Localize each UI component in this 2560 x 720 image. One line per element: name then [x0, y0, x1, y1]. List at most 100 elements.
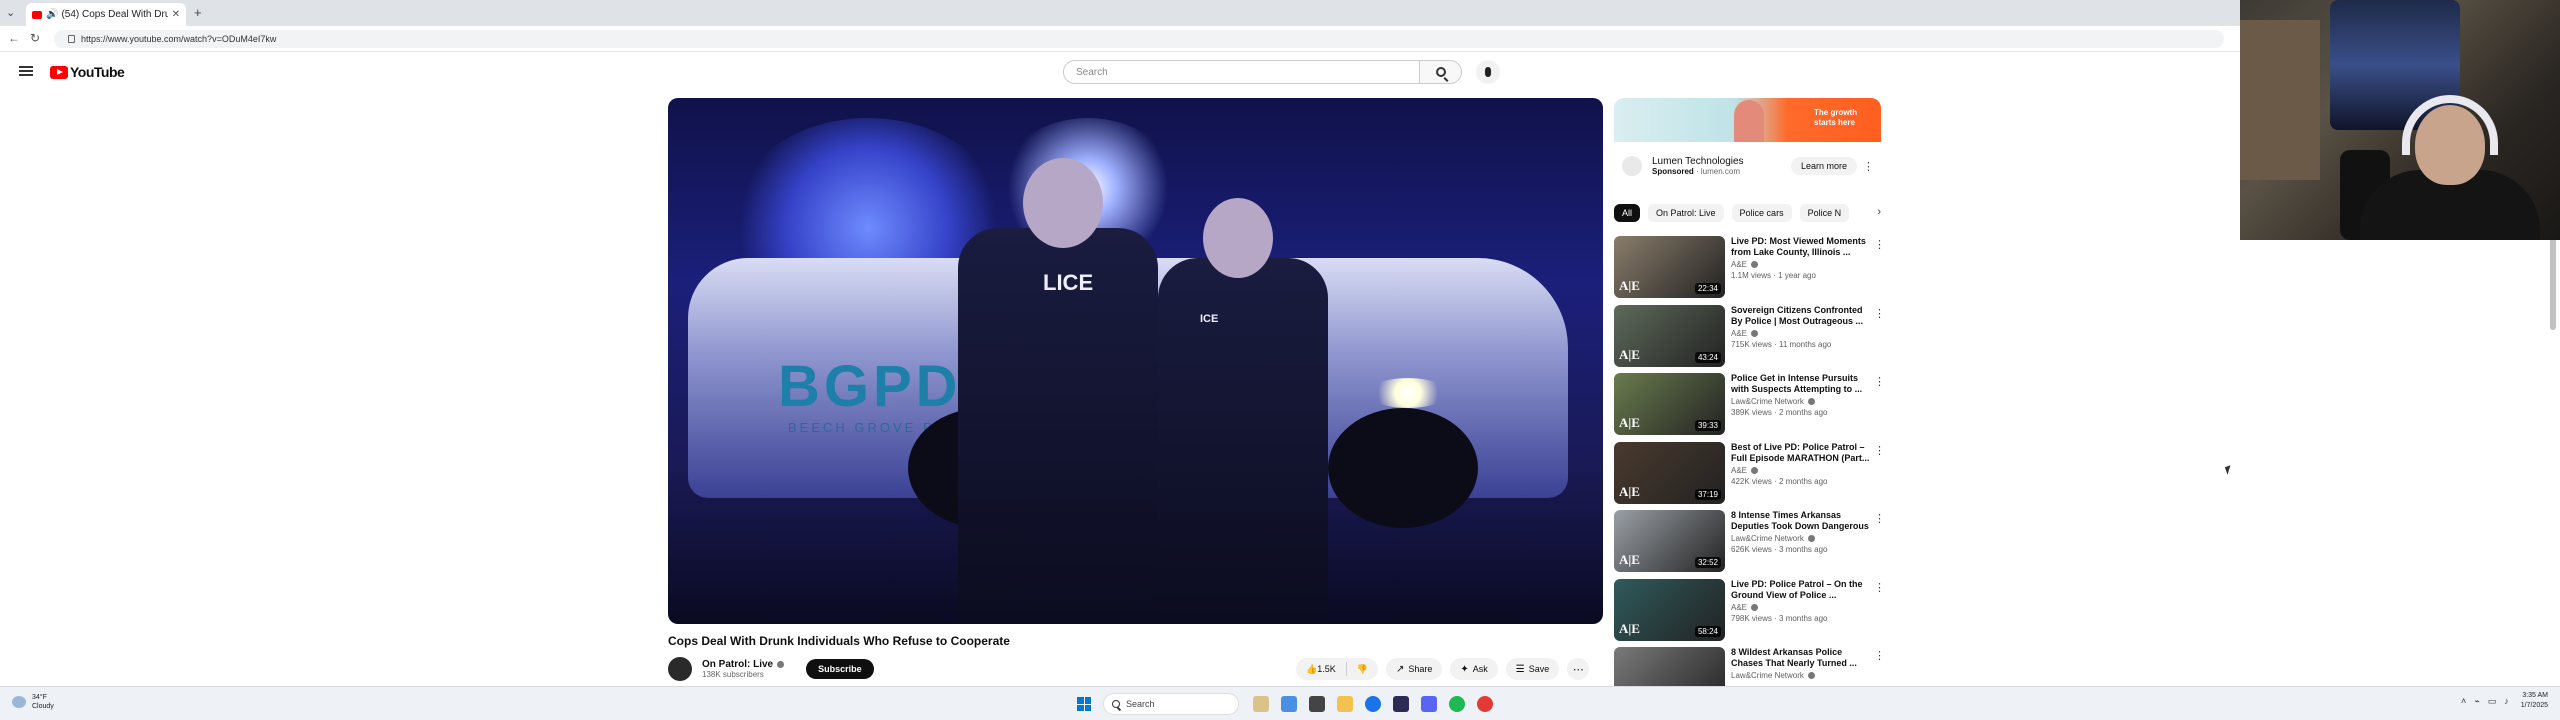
network-icon[interactable]: ⌁ — [2474, 696, 2479, 707]
discord-icon[interactable] — [1421, 696, 1437, 712]
officer-head — [1203, 198, 1273, 278]
video-thumbnail[interactable]: A|E 37:19 — [1614, 441, 1725, 504]
officer-figure — [1158, 258, 1328, 624]
recommendation-more-icon[interactable]: ⋮ — [1874, 307, 1885, 320]
recommendation-channel[interactable]: Law&Crime Network — [1731, 534, 1804, 543]
save-label: Save — [1528, 664, 1550, 674]
recommendation-more-icon[interactable]: ⋮ — [1874, 444, 1885, 457]
ae-watermark-icon: A|E — [1619, 346, 1640, 362]
learn-more-button[interactable]: Learn more — [1790, 157, 1857, 175]
chevron-right-icon[interactable]: › — [1871, 206, 1881, 218]
recommendation-channel[interactable]: A&E — [1731, 329, 1747, 338]
terminal-icon[interactable] — [1393, 696, 1409, 712]
recommendation-channel[interactable]: Law&Crime Network — [1731, 397, 1804, 406]
recommendation-stats: 715K views · 11 months ago — [1731, 339, 1832, 349]
chip-on-patrol-live[interactable]: On Patrol: Live — [1648, 204, 1724, 222]
spotify-icon[interactable] — [1449, 696, 1465, 712]
search-input[interactable]: Search — [1063, 60, 1420, 84]
channel-avatar[interactable] — [668, 657, 692, 681]
recommendation-stats: 1.1M views · 1 year ago — [1731, 271, 1816, 280]
back-arrow-icon[interactable]: ← — [8, 31, 20, 45]
ad-more-icon[interactable]: ⋮ — [1863, 160, 1874, 173]
video-thumbnail[interactable]: A|E 43:24 — [1614, 304, 1725, 367]
channel-name-row[interactable]: On Patrol: Live — [702, 659, 785, 670]
recommendation-item[interactable]: A|E 43:24 Sovereign Citizens Confronted … — [1614, 304, 1885, 374]
widget-icon[interactable] — [1253, 696, 1269, 712]
advertiser-logo — [1622, 156, 1642, 176]
browser-tab-active[interactable]: 🔊 (54) Cops Deal With Drunk Individuals … — [26, 3, 186, 26]
recommendation-item[interactable]: A|E 39:33 Police Get in Intense Pursuits… — [1614, 373, 1885, 442]
display-icon[interactable]: ▭ — [2488, 696, 2497, 707]
recommendation-title[interactable]: 8 Intense Times Arkansas Deputies Took D… — [1731, 510, 1871, 532]
clock[interactable]: 3:35 AM 1/7/2025 — [2521, 691, 2548, 711]
recommendation-channel[interactable]: A&E — [1731, 260, 1747, 269]
subscribe-button[interactable]: Subscribe — [806, 659, 874, 679]
chip-police-n[interactable]: Police N — [1799, 204, 1850, 222]
car-decal: BGPD — [778, 354, 962, 419]
copilot-icon[interactable] — [1281, 696, 1297, 712]
file-explorer-icon[interactable] — [1337, 696, 1353, 712]
close-tab-icon[interactable]: ✕ — [172, 9, 180, 20]
voice-search-button[interactable] — [1476, 60, 1500, 84]
dislike-button[interactable]: 👎 — [1347, 658, 1378, 680]
chip-all[interactable]: All — [1614, 204, 1641, 222]
recommendation-item[interactable]: A|E 32:52 8 Intense Times Arkansas Deput… — [1614, 510, 1885, 579]
recommendation-title[interactable]: Police Get in Intense Pursuits with Susp… — [1731, 373, 1871, 395]
save-button[interactable]: ☰ Save — [1505, 658, 1560, 680]
recommendation-channel[interactable]: A&E — [1731, 603, 1747, 612]
chevron-up-icon[interactable]: ˄ — [2461, 696, 2466, 706]
recommendation-title[interactable]: 8 Wildest Arkansas Police Chases That Ne… — [1731, 647, 1871, 669]
sponsored-ad-card[interactable]: The growth starts here Lumen Technologie… — [1614, 98, 1881, 190]
reload-icon[interactable]: ↻ — [30, 31, 40, 45]
search-button[interactable] — [1420, 60, 1462, 84]
obs-icon[interactable] — [1477, 696, 1493, 712]
ad-sponsored-line: Sponsored · lumen.com — [1652, 167, 1741, 176]
share-button[interactable]: ↗ Share — [1385, 658, 1443, 680]
tab-list-chevron-icon[interactable]: ⌄ — [6, 6, 15, 19]
url-field[interactable]: https://www.youtube.com/watch?v=ODuM4eI7… — [54, 30, 2224, 48]
youtube-logo-text: YouTube — [70, 64, 125, 80]
recommendation-title[interactable]: Sovereign Citizens Confronted By Police … — [1731, 305, 1871, 327]
hamburger-menu-icon[interactable] — [19, 66, 33, 76]
video-duration: 39:33 — [1694, 420, 1721, 431]
recommendation-more-icon[interactable]: ⋮ — [1874, 375, 1885, 388]
recommendation-more-icon[interactable]: ⋮ — [1874, 581, 1885, 594]
video-thumbnail[interactable]: A|E 39:33 — [1614, 373, 1725, 435]
video-thumbnail[interactable]: A|E 22:34 — [1614, 236, 1725, 298]
recommendation-item[interactable]: A|E 37:19 Best of Live PD: Police Patrol… — [1614, 441, 1885, 511]
recommendation-title[interactable]: Live PD: Police Patrol – On the Ground V… — [1731, 579, 1871, 601]
recommendation-title[interactable]: Live PD: Most Viewed Moments from Lake C… — [1731, 236, 1871, 258]
video-duration: 43:24 — [1694, 351, 1721, 363]
recommendation-channel[interactable]: Law&Crime Network — [1731, 671, 1804, 680]
weather-widget[interactable]: 34°F Cloudy — [12, 693, 54, 711]
task-view-icon[interactable] — [1309, 696, 1325, 712]
ask-button[interactable]: ✦ Ask — [1450, 658, 1498, 680]
weather-desc: Cloudy — [32, 703, 54, 710]
more-actions-button[interactable]: ⋯ — [1567, 658, 1590, 680]
taskbar-search[interactable]: Search — [1103, 693, 1239, 715]
chrome-icon[interactable] — [1365, 696, 1381, 712]
recommendation-item[interactable]: A|E 22:34 Live PD: Most Viewed Moments f… — [1614, 236, 1885, 305]
recommendation-stats: 389K views · 2 months ago — [1731, 408, 1828, 417]
recommendation-more-icon[interactable]: ⋮ — [1874, 238, 1885, 251]
uniform-text: LICE — [1043, 270, 1094, 295]
recommendation-item[interactable]: A|E 58:24 Live PD: Police Patrol – On th… — [1614, 578, 1885, 648]
ae-watermark-icon: A|E — [1619, 415, 1640, 430]
recommendation-channel[interactable]: A&E — [1731, 466, 1747, 475]
like-button[interactable]: 👍 1.5K — [1296, 658, 1346, 680]
windows-start-icon[interactable] — [1077, 697, 1091, 711]
chip-police-cars[interactable]: Police cars — [1731, 204, 1792, 222]
video-thumbnail[interactable]: A|E 32:52 — [1614, 510, 1725, 572]
ask-label: Ask — [1472, 664, 1488, 674]
recommendation-more-icon[interactable]: ⋮ — [1874, 649, 1885, 662]
speaker-icon[interactable]: 🔊 — [46, 9, 58, 20]
youtube-logo[interactable]: YouTube — [50, 64, 125, 80]
new-tab-button[interactable]: + — [194, 5, 202, 20]
ae-watermark-icon: A|E — [1619, 278, 1640, 293]
video-thumbnail[interactable]: A|E 58:24 — [1614, 578, 1725, 641]
recommendation-title[interactable]: Best of Live PD: Police Patrol – Full Ep… — [1731, 442, 1871, 464]
recommendation-more-icon[interactable]: ⋮ — [1874, 512, 1885, 525]
video-player[interactable]: BGPD BEECH GROVE POLICE LICE ICE — [668, 98, 1603, 624]
volume-icon[interactable]: ♪ — [2504, 696, 2509, 706]
recommendation-channel-row: Law&Crime Network — [1731, 534, 1871, 543]
